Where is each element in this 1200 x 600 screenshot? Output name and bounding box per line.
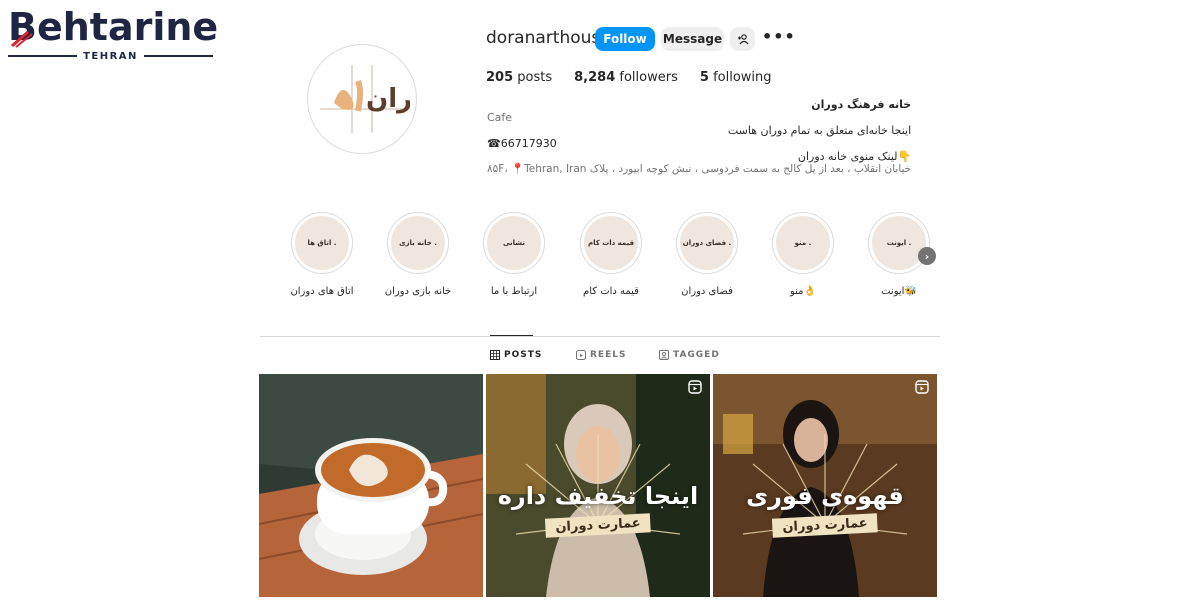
grid-icon (490, 350, 500, 360)
latte-art-photo (259, 374, 483, 597)
bio-category: Cafe (487, 111, 513, 124)
profile-username: doranarthouse (486, 28, 611, 48)
highlight-label: فضای دوران (681, 286, 733, 297)
doran-logo: دوران (320, 65, 410, 133)
suggest-user-button[interactable] (730, 27, 755, 51)
highlight-label: ایونت🐝 (881, 286, 917, 297)
active-tab-indicator (490, 335, 533, 336)
highlight-item[interactable]: فضای دوران . فضای دوران (675, 212, 739, 297)
highlight-cover: خانه بازی . (391, 216, 445, 270)
highlight-item[interactable]: خانه بازی . خانه بازی دوران (385, 212, 451, 297)
tagged-icon (659, 350, 669, 360)
highlight-label: منو👌 (790, 286, 816, 297)
profile-stats: 205 posts 8,284 followers 5 following (486, 70, 794, 85)
watermark-city: TEHRAN (83, 50, 138, 62)
highlight-label: ارتباط با ما (490, 286, 538, 297)
profile-bio: خانه فرهنگ دوران Cafe اینجا خانه‌ای متعل… (487, 98, 911, 176)
highlight-cover: منو . (776, 216, 830, 270)
bio-phone: ☎66717930 (487, 137, 557, 150)
highlight-item[interactable]: نشانی ارتباط با ما (482, 212, 546, 297)
bio-display-name: خانه فرهنگ دوران (811, 98, 912, 111)
highlight-label: خانه بازی دوران (384, 286, 452, 297)
tab-reels[interactable]: REELS (576, 350, 626, 360)
following-stat[interactable]: 5 following (700, 70, 772, 85)
post-tile[interactable] (259, 374, 483, 597)
bio-address: خیابان انقلاب ، بعد از پل کالج به سمت فر… (487, 163, 912, 175)
watermark-sub: TEHRAN (8, 49, 213, 63)
highlight-cover: قیمه دات کام (584, 216, 638, 270)
bio-menu-link[interactable]: 👇لینک منوی خانه دوران (487, 150, 911, 163)
highlight-cover: اتاق ها . (295, 216, 349, 270)
watermark-slash-icon (11, 30, 33, 48)
highlight-label: قیمه دات کام (583, 286, 639, 297)
highlight-label: اتاق های دوران (290, 286, 354, 297)
follow-button[interactable]: Follow (595, 27, 655, 51)
post-tile[interactable]: اینجا تخفیف داره عمارت دوران (486, 374, 710, 597)
more-options-icon[interactable]: ••• (762, 29, 795, 48)
behtarine-watermark: Behtarine TEHRAN (8, 6, 218, 66)
highlights-next-arrow-icon[interactable]: › (918, 247, 936, 265)
reel-icon (688, 380, 702, 394)
reels-icon (576, 350, 586, 360)
post-tile[interactable]: قهوه‌ی فوری عمارت دوران (713, 374, 937, 597)
bio-line: اینجا خانه‌ای متعلق به تمام دوران هاست (727, 124, 912, 137)
highlight-cover: فضای دوران . (680, 216, 734, 270)
reel-icon (915, 380, 929, 394)
profile-avatar[interactable]: دوران (307, 44, 417, 154)
highlight-cover: نشانی (487, 216, 541, 270)
tab-tagged[interactable]: TAGGED (659, 350, 720, 360)
logo-text: دوران (366, 84, 410, 114)
highlight-item[interactable]: اتاق ها . اتاق های دوران (290, 212, 354, 297)
posts-stat[interactable]: 205 posts (486, 70, 552, 85)
tab-posts[interactable]: POSTS (490, 350, 542, 360)
post-caption: قهوه‌ی فوری (746, 482, 904, 510)
highlight-item[interactable]: منو . منو👌 (771, 212, 835, 297)
followers-stat[interactable]: 8,284 followers (574, 70, 678, 85)
message-button[interactable]: Message (661, 27, 724, 51)
highlight-cover: ایونت . (872, 216, 926, 270)
add-user-icon (737, 34, 748, 45)
post-caption: اینجا تخفیف داره (497, 482, 699, 510)
tabs-divider (260, 336, 940, 337)
watermark-brand: Behtarine (8, 5, 219, 49)
highlight-item[interactable]: قیمه دات کام قیمه دات کام (579, 212, 643, 297)
